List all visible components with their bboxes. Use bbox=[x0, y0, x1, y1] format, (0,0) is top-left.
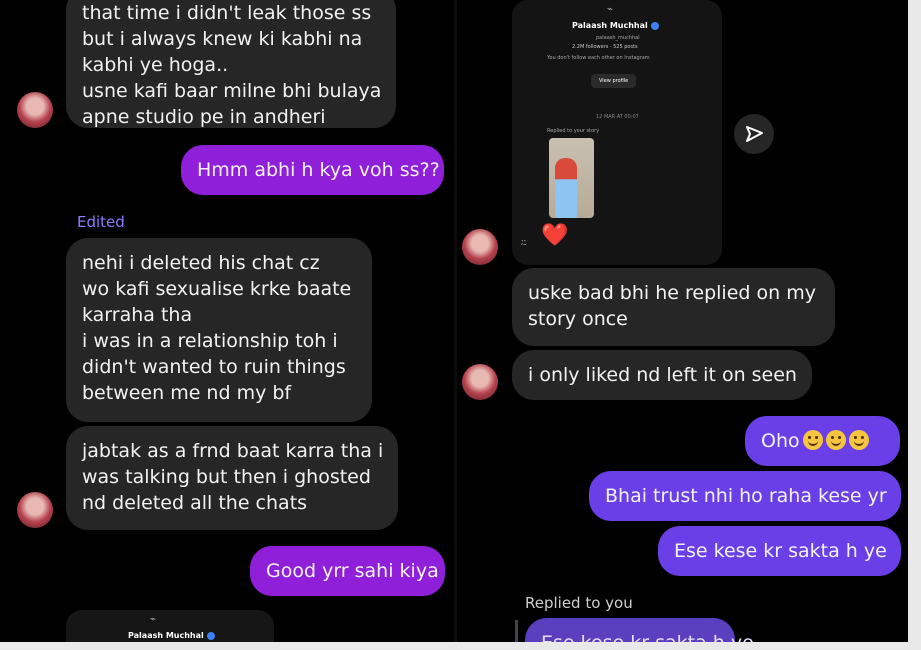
avatar[interactable] bbox=[462, 364, 498, 400]
replied-label: Replied to you bbox=[525, 594, 633, 612]
reaction-icon: ⍨ bbox=[520, 236, 528, 250]
reply-preview-bubble: Ese kese kr sakta h ye bbox=[525, 618, 754, 642]
message-line: nd deleted all the chats bbox=[82, 492, 308, 514]
incoming-message: jabtak as a frnd baat karra tha i was ta… bbox=[66, 426, 398, 530]
profile-stats: 2.2M followers · 525 posts bbox=[572, 44, 638, 50]
incoming-message: i only liked nd left it on seen bbox=[512, 350, 812, 400]
message-line: between me nd my bf bbox=[82, 382, 292, 404]
message-line: nehi i deleted his chat cz bbox=[82, 252, 320, 274]
message-line: karraha tha bbox=[82, 304, 193, 326]
message-text: Ese kese kr sakta h ye bbox=[674, 540, 887, 562]
message-line: that time i didn't leak those ss bbox=[82, 2, 372, 24]
smile-emoji-icon bbox=[825, 430, 846, 450]
verified-icon bbox=[206, 631, 215, 640]
profile-name: Palaash Muchhal bbox=[572, 21, 659, 30]
timestamp: 12 MAR AT 00:07 bbox=[596, 114, 639, 120]
send-icon bbox=[746, 126, 763, 142]
message-line: kabhi ye hoga.. bbox=[82, 54, 229, 76]
message-line: apne studio pe in andheri bbox=[82, 106, 326, 128]
share-button[interactable] bbox=[734, 114, 774, 154]
smile-emoji-icon bbox=[802, 430, 823, 450]
message-line: usne kafi baar milne bhi bulaya bbox=[82, 80, 382, 102]
avatar[interactable] bbox=[462, 229, 498, 265]
message-line: wo kafi sexualise krke baate bbox=[82, 278, 352, 300]
message-line: didn't wanted to ruin things bbox=[82, 356, 346, 378]
reply-bar bbox=[515, 620, 518, 642]
message-text: Bhai trust nhi ho raha kese yr bbox=[605, 485, 887, 507]
reply-preview-text: Ese kese kr sakta h ye bbox=[541, 630, 754, 642]
message-line: was talking but then i ghosted bbox=[82, 466, 371, 488]
incoming-message: nehi i deleted his chat cz wo kafi sexua… bbox=[66, 238, 372, 422]
replied-story-label: Replied to your story bbox=[547, 128, 600, 134]
profile-name: Palaash Muchhal bbox=[128, 631, 215, 640]
message-line: i only liked nd left it on seen bbox=[528, 364, 797, 386]
message-line: uske bad bhi he replied on my bbox=[528, 282, 816, 304]
image-border-bottom bbox=[0, 642, 921, 650]
avatar[interactable] bbox=[17, 492, 53, 528]
logo-icon: ⌁ bbox=[150, 614, 157, 625]
outgoing-message: Ese kese kr sakta h ye bbox=[658, 526, 901, 576]
message-line: jabtak as a frnd baat karra tha i bbox=[82, 440, 384, 462]
smile-emoji-icon bbox=[848, 430, 869, 450]
logo-icon: ⌁ bbox=[607, 4, 614, 15]
panel-divider bbox=[454, 0, 457, 642]
outgoing-message: Oho bbox=[745, 416, 900, 466]
message-line: story once bbox=[528, 308, 628, 330]
incoming-message: that time i didn't leak those ss but i a… bbox=[66, 0, 396, 128]
story-thumbnail[interactable] bbox=[549, 138, 594, 218]
story-person bbox=[555, 158, 577, 218]
message-line: i was in a relationship toh i bbox=[82, 330, 338, 352]
profile-card-partial[interactable]: ⌁ Palaash Muchhal bbox=[66, 610, 274, 642]
incoming-message: uske bad bhi he replied on my story once bbox=[512, 268, 835, 346]
message-text: Good yrr sahi kiya bbox=[266, 560, 439, 582]
message-text: Oho bbox=[761, 430, 800, 452]
message-line: but i always knew ki kabhi na bbox=[82, 28, 363, 50]
verified-icon bbox=[650, 21, 659, 30]
chat-screenshot-collage: that time i didn't leak those ss but i a… bbox=[0, 0, 908, 642]
edited-label: Edited bbox=[77, 213, 125, 231]
follow-note: You don't follow each other on Instagram bbox=[547, 55, 650, 61]
view-profile-button[interactable]: View profile bbox=[591, 74, 637, 88]
outgoing-message: Hmm abhi h kya voh ss?? bbox=[181, 145, 444, 195]
profile-handle: palaash_muchhal bbox=[596, 35, 640, 41]
outgoing-message: Bhai trust nhi ho raha kese yr bbox=[589, 471, 901, 521]
avatar[interactable] bbox=[17, 92, 53, 128]
image-border-right bbox=[908, 0, 921, 650]
message-text: Hmm abhi h kya voh ss?? bbox=[197, 159, 440, 181]
heart-icon: ❤️ bbox=[541, 223, 569, 248]
outgoing-message: Good yrr sahi kiya bbox=[250, 546, 445, 596]
